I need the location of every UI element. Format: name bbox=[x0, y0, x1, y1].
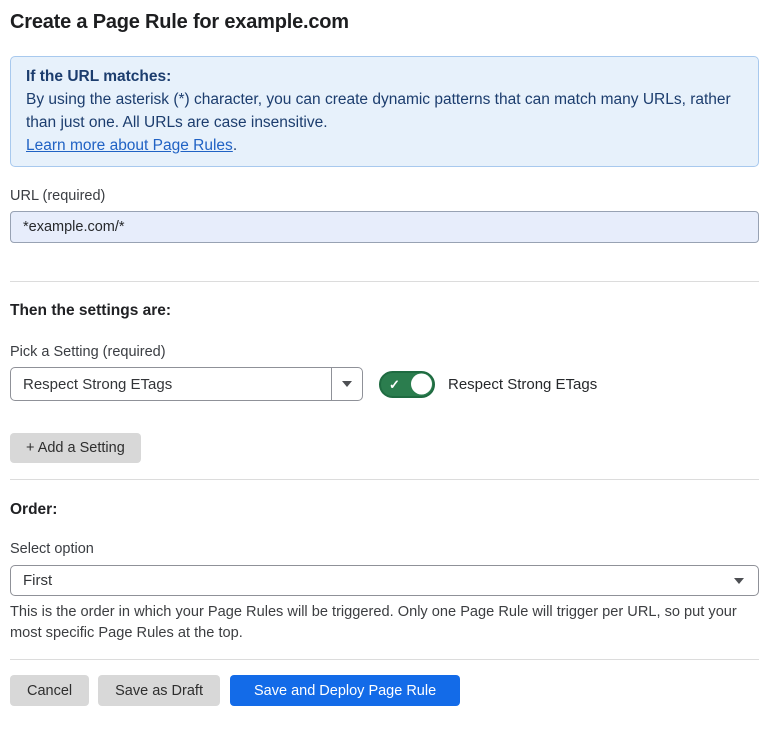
order-section-heading: Order: bbox=[10, 501, 759, 519]
footer-divider bbox=[10, 659, 759, 660]
setting-select-value: Respect Strong ETags bbox=[11, 368, 331, 400]
save-as-draft-button[interactable]: Save as Draft bbox=[98, 675, 220, 706]
setting-row: Respect Strong ETags ✓ Respect Strong ET… bbox=[10, 367, 759, 401]
setting-select[interactable]: Respect Strong ETags bbox=[10, 367, 363, 401]
order-select-value: First bbox=[11, 566, 726, 595]
section-divider bbox=[10, 479, 759, 480]
pick-setting-label: Pick a Setting (required) bbox=[10, 344, 759, 360]
info-box-heading: If the URL matches: bbox=[26, 65, 743, 88]
toggle-label: Respect Strong ETags bbox=[448, 376, 597, 393]
add-setting-button[interactable]: + Add a Setting bbox=[10, 433, 141, 463]
link-suffix: . bbox=[233, 137, 237, 154]
cancel-button[interactable]: Cancel bbox=[10, 675, 89, 706]
info-box-link-line: Learn more about Page Rules. bbox=[26, 134, 743, 157]
url-field-label: URL (required) bbox=[10, 188, 759, 204]
order-select-arrow bbox=[726, 566, 758, 595]
etags-toggle[interactable]: ✓ bbox=[379, 371, 435, 398]
save-and-deploy-button[interactable]: Save and Deploy Page Rule bbox=[230, 675, 460, 706]
order-help-text: This is the order in which your Page Rul… bbox=[10, 602, 759, 644]
section-divider bbox=[10, 281, 759, 282]
page-title: Create a Page Rule for example.com bbox=[10, 11, 759, 34]
url-input[interactable] bbox=[10, 211, 759, 243]
order-select[interactable]: First bbox=[10, 565, 759, 596]
info-box-body: By using the asterisk (*) character, you… bbox=[26, 88, 743, 134]
url-match-info-box: If the URL matches: By using the asteris… bbox=[10, 56, 759, 167]
order-select-label: Select option bbox=[10, 541, 759, 557]
setting-select-arrow-button[interactable] bbox=[331, 368, 362, 400]
create-page-rule-form: Create a Page Rule for example.com If th… bbox=[0, 11, 769, 706]
toggle-knob bbox=[411, 374, 432, 395]
settings-section-heading: Then the settings are: bbox=[10, 302, 759, 320]
check-icon: ✓ bbox=[389, 378, 400, 391]
learn-more-link[interactable]: Learn more about Page Rules bbox=[26, 137, 233, 154]
footer-buttons: Cancel Save as Draft Save and Deploy Pag… bbox=[10, 675, 759, 706]
chevron-down-icon bbox=[734, 578, 744, 584]
chevron-down-icon bbox=[342, 381, 352, 387]
